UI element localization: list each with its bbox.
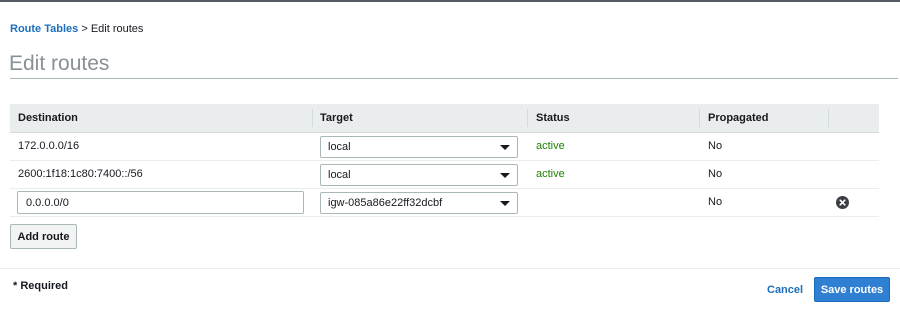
target-select-value: local (328, 141, 351, 153)
target-select[interactable]: local (320, 164, 518, 186)
cancel-button[interactable]: Cancel (767, 284, 803, 296)
breadcrumb-current: Edit routes (90, 23, 144, 35)
caret-down-icon (500, 173, 510, 178)
column-divider (527, 109, 528, 127)
caret-down-icon (500, 201, 510, 206)
table-header: Destination Target Status Propagated (10, 104, 879, 133)
target-select-value: igw-085a86e22ff32dcbf (328, 197, 443, 209)
required-note: * Required (13, 280, 69, 292)
column-divider (699, 109, 700, 127)
propagated-cell: No (708, 140, 723, 152)
target-select[interactable]: igw-085a86e22ff32dcbf (320, 192, 518, 214)
title-divider (10, 78, 898, 79)
save-routes-button[interactable]: Save routes (814, 277, 890, 302)
destination-cell: 172.0.0.0/16 (18, 140, 80, 152)
close-circle-icon[interactable] (836, 196, 849, 209)
breadcrumb-separator: > (81, 23, 88, 35)
column-header-destination[interactable]: Destination (18, 104, 78, 132)
destination-input[interactable] (17, 191, 304, 214)
column-header-status[interactable]: Status (536, 104, 570, 132)
column-divider (312, 109, 313, 127)
breadcrumb: Route Tables > Edit routes (10, 23, 143, 35)
target-select[interactable]: local (320, 136, 518, 158)
column-header-target[interactable]: Target (320, 104, 353, 132)
status-cell: active (536, 168, 565, 180)
destination-cell: 2600:1f18:1c80:7400::/56 (18, 168, 143, 180)
table-row: 2600:1f18:1c80:7400::/56 local active No (10, 161, 879, 189)
table-row: igw-085a86e22ff32dcbf No (10, 189, 879, 217)
caret-down-icon (500, 145, 510, 150)
page-title: Edit routes (9, 52, 110, 75)
propagated-cell: No (708, 168, 723, 180)
table-row: 172.0.0.0/16 local active No (10, 133, 879, 161)
column-header-propagated[interactable]: Propagated (708, 104, 769, 132)
column-divider (828, 109, 829, 127)
routes-table: Destination Target Status Propagated 172… (10, 104, 879, 217)
propagated-cell: No (708, 196, 723, 208)
top-border (0, 0, 900, 2)
add-route-button[interactable]: Add route (10, 224, 77, 249)
status-cell: active (536, 140, 565, 152)
footer-divider (0, 268, 900, 269)
target-select-value: local (328, 169, 351, 181)
breadcrumb-link-route-tables[interactable]: Route Tables (10, 23, 78, 35)
